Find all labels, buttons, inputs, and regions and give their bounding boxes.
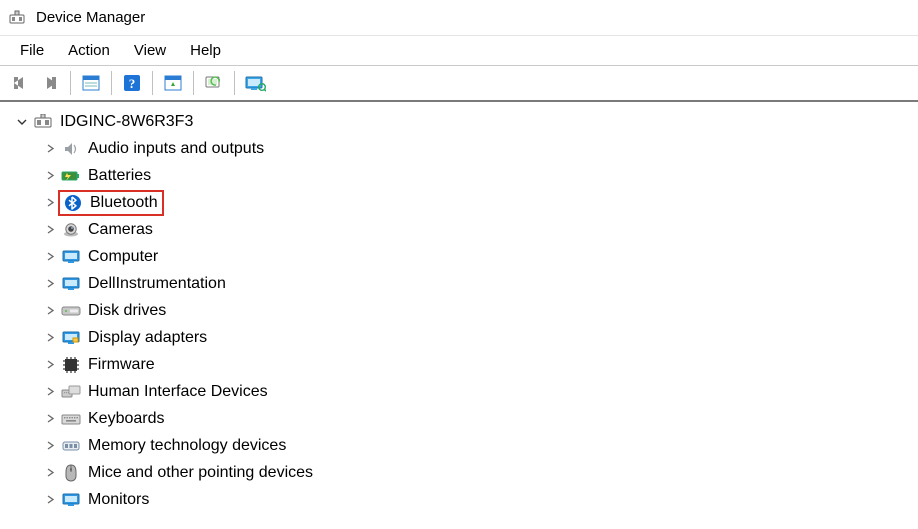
- expand-arrow-icon[interactable]: [42, 465, 58, 481]
- tree-item-label: Computer: [88, 248, 158, 266]
- firmware-icon: [60, 355, 82, 375]
- computer-icon: [60, 274, 82, 294]
- toolbar-separator: [70, 71, 71, 95]
- tree-item[interactable]: Cameras: [14, 216, 918, 243]
- tree-item[interactable]: Bluetooth: [14, 189, 918, 216]
- tree-item[interactable]: Firmware: [14, 351, 918, 378]
- tree-item-label: Monitors: [88, 491, 149, 509]
- memory-icon: [60, 436, 82, 456]
- tree-item-label: DellInstrumentation: [88, 275, 226, 293]
- toolbar-separator: [152, 71, 153, 95]
- tree-item-label: Firmware: [88, 356, 155, 374]
- expand-arrow-icon[interactable]: [42, 249, 58, 265]
- tree-item-label: Bluetooth: [90, 194, 158, 212]
- titlebar: Device Manager: [0, 0, 918, 36]
- display-icon: [60, 328, 82, 348]
- menu-action[interactable]: Action: [58, 40, 120, 61]
- expand-arrow-icon[interactable]: [42, 222, 58, 238]
- menu-help[interactable]: Help: [180, 40, 231, 61]
- toolbar-separator: [193, 71, 194, 95]
- device-manager-icon: [8, 9, 26, 27]
- scan-hardware-button[interactable]: [200, 70, 228, 96]
- back-button[interactable]: [6, 70, 34, 96]
- tree-item[interactable]: Batteries: [14, 162, 918, 189]
- tree-item[interactable]: Human Interface Devices: [14, 378, 918, 405]
- update-driver-button[interactable]: [159, 70, 187, 96]
- tree-root[interactable]: IDGINC-8W6R3F3: [14, 108, 918, 135]
- forward-button[interactable]: [36, 70, 64, 96]
- expand-arrow-icon[interactable]: [42, 303, 58, 319]
- show-hidden-button[interactable]: [241, 70, 269, 96]
- expand-arrow-icon[interactable]: [42, 141, 58, 157]
- tree-item[interactable]: Display adapters: [14, 324, 918, 351]
- device-tree[interactable]: IDGINC-8W6R3F3 Audio inputs and outputs B…: [0, 102, 918, 513]
- toolbar-separator: [111, 71, 112, 95]
- tree-item[interactable]: Memory technology devices: [14, 432, 918, 459]
- collapse-arrow-icon[interactable]: [14, 114, 30, 130]
- tree-item[interactable]: Monitors: [14, 486, 918, 513]
- expand-arrow-icon[interactable]: [42, 438, 58, 454]
- tree-item-label: Keyboards: [88, 410, 165, 428]
- tree-item-label: Batteries: [88, 167, 151, 185]
- expand-arrow-icon[interactable]: [42, 195, 58, 211]
- audio-icon: [60, 139, 82, 159]
- bluetooth-icon: [62, 193, 84, 213]
- help-button[interactable]: ?: [118, 70, 146, 96]
- expand-arrow-icon[interactable]: [42, 384, 58, 400]
- keyboard-icon: [60, 409, 82, 429]
- tree-item-label: Audio inputs and outputs: [88, 140, 264, 158]
- expand-arrow-icon[interactable]: [42, 357, 58, 373]
- svg-text:?: ?: [129, 76, 136, 91]
- monitor-icon: [60, 490, 82, 510]
- expand-arrow-icon[interactable]: [42, 330, 58, 346]
- tree-item-label: Disk drives: [88, 302, 166, 320]
- tree-item-label: Human Interface Devices: [88, 383, 268, 401]
- tree-item[interactable]: Mice and other pointing devices: [14, 459, 918, 486]
- menubar: File Action View Help: [0, 36, 918, 66]
- tree-item-label: Display adapters: [88, 329, 207, 347]
- tree-item[interactable]: Keyboards: [14, 405, 918, 432]
- computer-root-icon: [32, 112, 54, 132]
- tree-item[interactable]: Disk drives: [14, 297, 918, 324]
- camera-icon: [60, 220, 82, 240]
- computer-icon: [60, 247, 82, 267]
- mouse-icon: [60, 463, 82, 483]
- menu-file[interactable]: File: [10, 40, 54, 61]
- tree-item[interactable]: Audio inputs and outputs: [14, 135, 918, 162]
- tree-item-label: Mice and other pointing devices: [88, 464, 313, 482]
- tree-root-label: IDGINC-8W6R3F3: [60, 113, 193, 131]
- toolbar-separator: [234, 71, 235, 95]
- tree-item[interactable]: Computer: [14, 243, 918, 270]
- disk-icon: [60, 301, 82, 321]
- window-title: Device Manager: [36, 9, 145, 26]
- tree-item-label: Memory technology devices: [88, 437, 286, 455]
- hid-icon: [60, 382, 82, 402]
- toolbar: ?: [0, 66, 918, 102]
- expand-arrow-icon[interactable]: [42, 276, 58, 292]
- expand-arrow-icon[interactable]: [42, 492, 58, 508]
- expand-arrow-icon[interactable]: [42, 411, 58, 427]
- battery-icon: [60, 166, 82, 186]
- properties-button[interactable]: [77, 70, 105, 96]
- expand-arrow-icon[interactable]: [42, 168, 58, 184]
- menu-view[interactable]: View: [124, 40, 176, 61]
- tree-item-label: Cameras: [88, 221, 153, 239]
- tree-item[interactable]: DellInstrumentation: [14, 270, 918, 297]
